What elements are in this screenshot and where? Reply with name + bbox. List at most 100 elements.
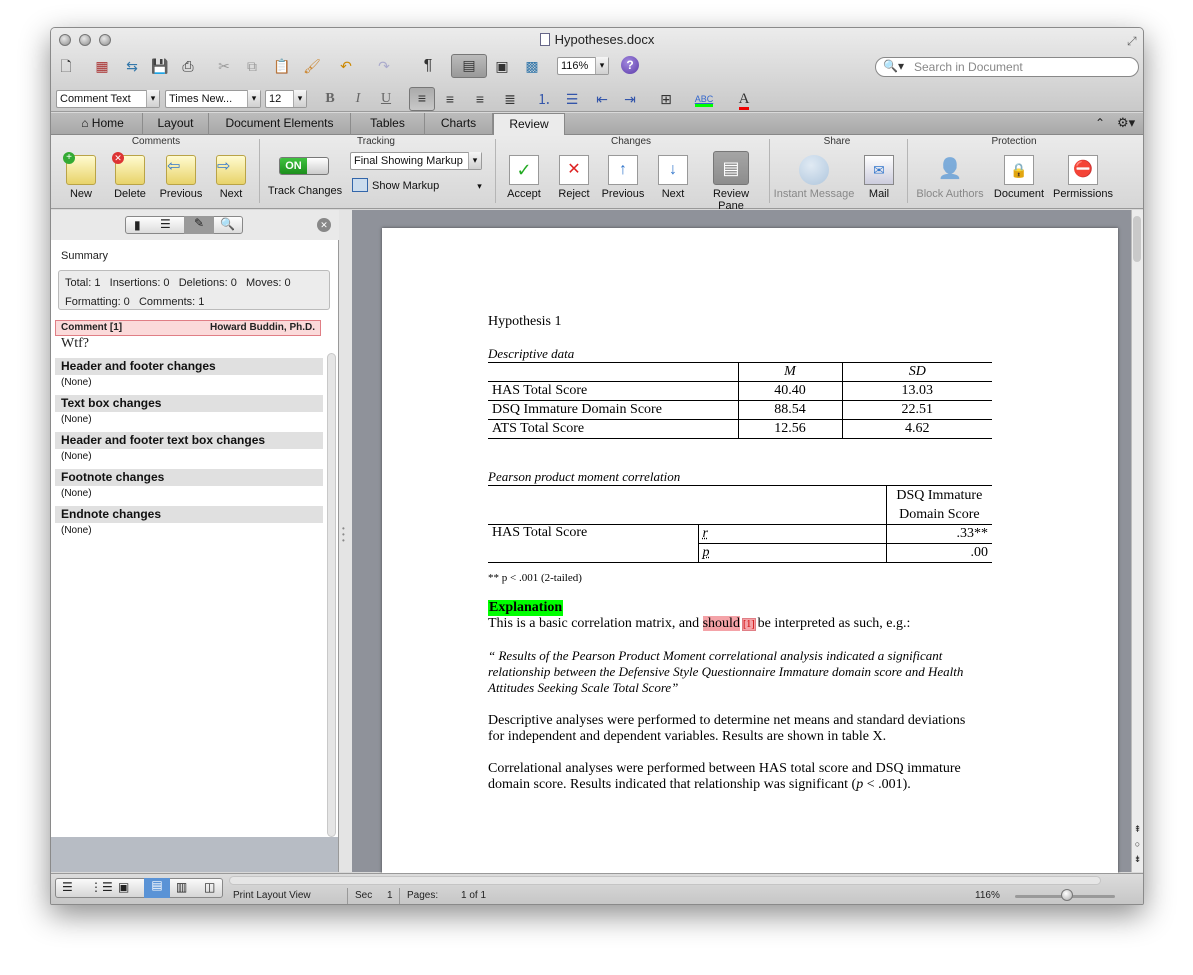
tab-document-elements[interactable]: Document Elements bbox=[209, 113, 351, 135]
fullscreen-icon[interactable]: ⤢ bbox=[1127, 34, 1137, 49]
align-right-icon[interactable]: ≡ bbox=[469, 89, 491, 109]
zoom-select[interactable]: 116% bbox=[557, 57, 609, 75]
font-size-select[interactable]: 12 bbox=[265, 90, 307, 108]
print-icon[interactable]: ⎙ bbox=[177, 56, 199, 76]
protect-document-button[interactable]: 🔒 Document bbox=[991, 155, 1047, 200]
view-name: Print Layout View bbox=[233, 890, 311, 901]
new-document-icon[interactable]: 🗋 bbox=[55, 56, 77, 76]
sidebar-toggle-icon[interactable]: ▤ bbox=[451, 54, 487, 78]
review-pane-button[interactable]: ▤ Review Pane bbox=[699, 151, 763, 212]
print-layout-view-icon[interactable]: ▤ bbox=[144, 878, 170, 898]
review-pane: ▮ ☰ ✎ 🔍 ✕ Summary Total: 1 Insertions: 0… bbox=[51, 210, 339, 872]
numbered-list-icon[interactable]: ⒈ bbox=[533, 89, 555, 109]
show-markup-icon bbox=[352, 178, 368, 192]
full-screen-view-icon[interactable]: ◫ bbox=[204, 880, 215, 894]
pilcrow-icon[interactable]: ¶ bbox=[417, 56, 439, 76]
document-page[interactable]: Hypothesis 1 Descriptive data M SD HAS To… bbox=[382, 228, 1118, 888]
publishing-view-icon[interactable]: ▣ bbox=[118, 880, 129, 894]
bold-icon[interactable]: B bbox=[319, 89, 341, 109]
delete-comment-icon: ✕ bbox=[112, 152, 145, 185]
comment-entry[interactable]: Comment [1] Howard Buddin, Ph.D. bbox=[55, 320, 321, 336]
pane-view-switcher[interactable]: ▮ ☰ ✎ 🔍 bbox=[125, 216, 243, 234]
mail-button[interactable]: ✉ Mail bbox=[859, 155, 899, 200]
pane-splitter[interactable]: • • • bbox=[339, 210, 352, 872]
scroll-thumb[interactable] bbox=[1133, 216, 1141, 262]
document-view-icon[interactable]: ▮ bbox=[134, 218, 141, 232]
comment-label: Comment [1] bbox=[61, 322, 123, 333]
instant-message-button[interactable]: Instant Message bbox=[773, 155, 855, 200]
borders-icon[interactable]: ⊞ bbox=[655, 89, 677, 109]
underline-icon[interactable]: U bbox=[375, 89, 397, 109]
permissions-button[interactable]: ⛔ Permissions bbox=[1051, 155, 1115, 200]
tab-home[interactable]: ⌂ Home bbox=[63, 113, 143, 135]
tab-charts[interactable]: Charts bbox=[425, 113, 493, 135]
document-scrollbar[interactable]: ⇞ ○ ⇟ bbox=[1131, 210, 1143, 872]
paragraph-1: Descriptive analyses were performed to d… bbox=[488, 713, 966, 744]
gallery-icon[interactable]: ▦ bbox=[91, 56, 113, 76]
view-icon[interactable]: ▣ bbox=[491, 56, 513, 76]
browse-object-icon[interactable]: ○ bbox=[1132, 837, 1143, 852]
block-authors-button[interactable]: 👤 Block Authors bbox=[913, 155, 987, 200]
comment-marker[interactable]: [1] bbox=[741, 618, 756, 631]
save-icon[interactable]: 💾 bbox=[149, 56, 171, 76]
close-pane-icon[interactable]: ✕ bbox=[317, 218, 331, 232]
align-center-icon[interactable]: ≡ bbox=[439, 89, 461, 109]
increase-indent-icon[interactable]: ⇥ bbox=[619, 89, 641, 109]
outline-view-icon[interactable]: ⋮☰ bbox=[90, 880, 113, 894]
italic-icon[interactable]: I bbox=[347, 89, 369, 109]
notebook-view-icon[interactable]: ▥ bbox=[176, 880, 187, 894]
next-change-button[interactable]: ↓ Next bbox=[651, 155, 695, 200]
accept-change-button[interactable]: ✓ Accept bbox=[501, 155, 547, 200]
search-input[interactable]: Search in Document bbox=[875, 57, 1139, 77]
descriptive-table: M SD HAS Total Score 40.40 13.03 DSQ Immatu… bbox=[488, 362, 992, 439]
previous-comment-button[interactable]: ⇦ Previous bbox=[157, 155, 205, 200]
font-color-icon[interactable]: A bbox=[733, 89, 755, 110]
commented-word[interactable]: should bbox=[702, 616, 740, 631]
gear-icon[interactable]: ⚙▾ bbox=[1117, 115, 1135, 131]
previous-page-icon[interactable]: ⇞ bbox=[1132, 822, 1143, 837]
paste-icon[interactable]: 📋 bbox=[271, 56, 293, 76]
corr-caption: Pearson product moment correlation bbox=[488, 469, 681, 484]
list-view-icon[interactable]: ☰ bbox=[160, 217, 171, 231]
bulleted-list-icon[interactable]: ☰ bbox=[561, 89, 583, 109]
view-switcher[interactable]: ☰ ⋮☰ ▣ ▤ ▥ ◫ bbox=[55, 878, 223, 898]
media-browser-icon[interactable]: ▩ bbox=[521, 56, 543, 76]
font-select[interactable]: Times New... bbox=[165, 90, 261, 108]
style-select[interactable]: Comment Text bbox=[56, 90, 160, 108]
explanation-heading: Explanation bbox=[488, 600, 564, 616]
new-comment-button[interactable]: + New bbox=[61, 152, 101, 200]
horizontal-scrollbar[interactable] bbox=[229, 876, 1101, 885]
redo-icon[interactable]: ↷ bbox=[373, 56, 395, 76]
draft-view-icon[interactable]: ☰ bbox=[62, 880, 73, 894]
comments-view-icon[interactable]: ✎ bbox=[184, 216, 214, 234]
pane-scrollbar[interactable] bbox=[327, 353, 336, 837]
format-painter-icon[interactable]: 🖌 bbox=[301, 56, 323, 76]
align-left-icon[interactable]: ≡ bbox=[409, 87, 435, 111]
track-changes-toggle[interactable]: ON bbox=[279, 157, 329, 175]
next-comment-button[interactable]: ⇨ Next bbox=[209, 155, 253, 200]
justify-icon[interactable]: ≣ bbox=[499, 89, 521, 109]
tab-layout[interactable]: Layout bbox=[143, 113, 209, 135]
zoom-slider-knob[interactable] bbox=[1061, 889, 1073, 901]
home-icon: ⌂ bbox=[81, 116, 92, 130]
search-pane-icon[interactable]: 🔍 bbox=[220, 217, 235, 231]
cut-icon[interactable]: ✂ bbox=[213, 56, 235, 76]
next-page-icon[interactable]: ⇟ bbox=[1132, 852, 1143, 867]
reject-change-button[interactable]: ✕ Reject bbox=[551, 155, 597, 200]
help-icon[interactable]: ? bbox=[621, 56, 639, 74]
previous-change-button[interactable]: ↑ Previous bbox=[599, 155, 647, 200]
comment-text[interactable]: Wtf? bbox=[61, 336, 89, 352]
collapse-ribbon-icon[interactable]: ⌃ bbox=[1095, 116, 1105, 130]
tab-review[interactable]: Review bbox=[493, 113, 565, 136]
tab-tables[interactable]: Tables bbox=[351, 113, 425, 135]
highlight-icon[interactable]: ABC bbox=[693, 89, 715, 109]
section-header-footer-text-box-value: (None) bbox=[61, 451, 92, 462]
templates-icon[interactable]: ⇆ bbox=[121, 56, 143, 76]
undo-icon[interactable]: ↶ bbox=[335, 56, 357, 76]
permissions-icon: ⛔ bbox=[1068, 155, 1098, 185]
decrease-indent-icon[interactable]: ⇤ bbox=[591, 89, 613, 109]
copy-icon[interactable]: ⧉ bbox=[241, 56, 263, 76]
delete-comment-button[interactable]: ✕ Delete bbox=[107, 152, 153, 200]
show-markup-button[interactable]: Show Markup ▾ bbox=[352, 178, 482, 192]
markup-select[interactable]: Final Showing Markup bbox=[350, 152, 482, 170]
